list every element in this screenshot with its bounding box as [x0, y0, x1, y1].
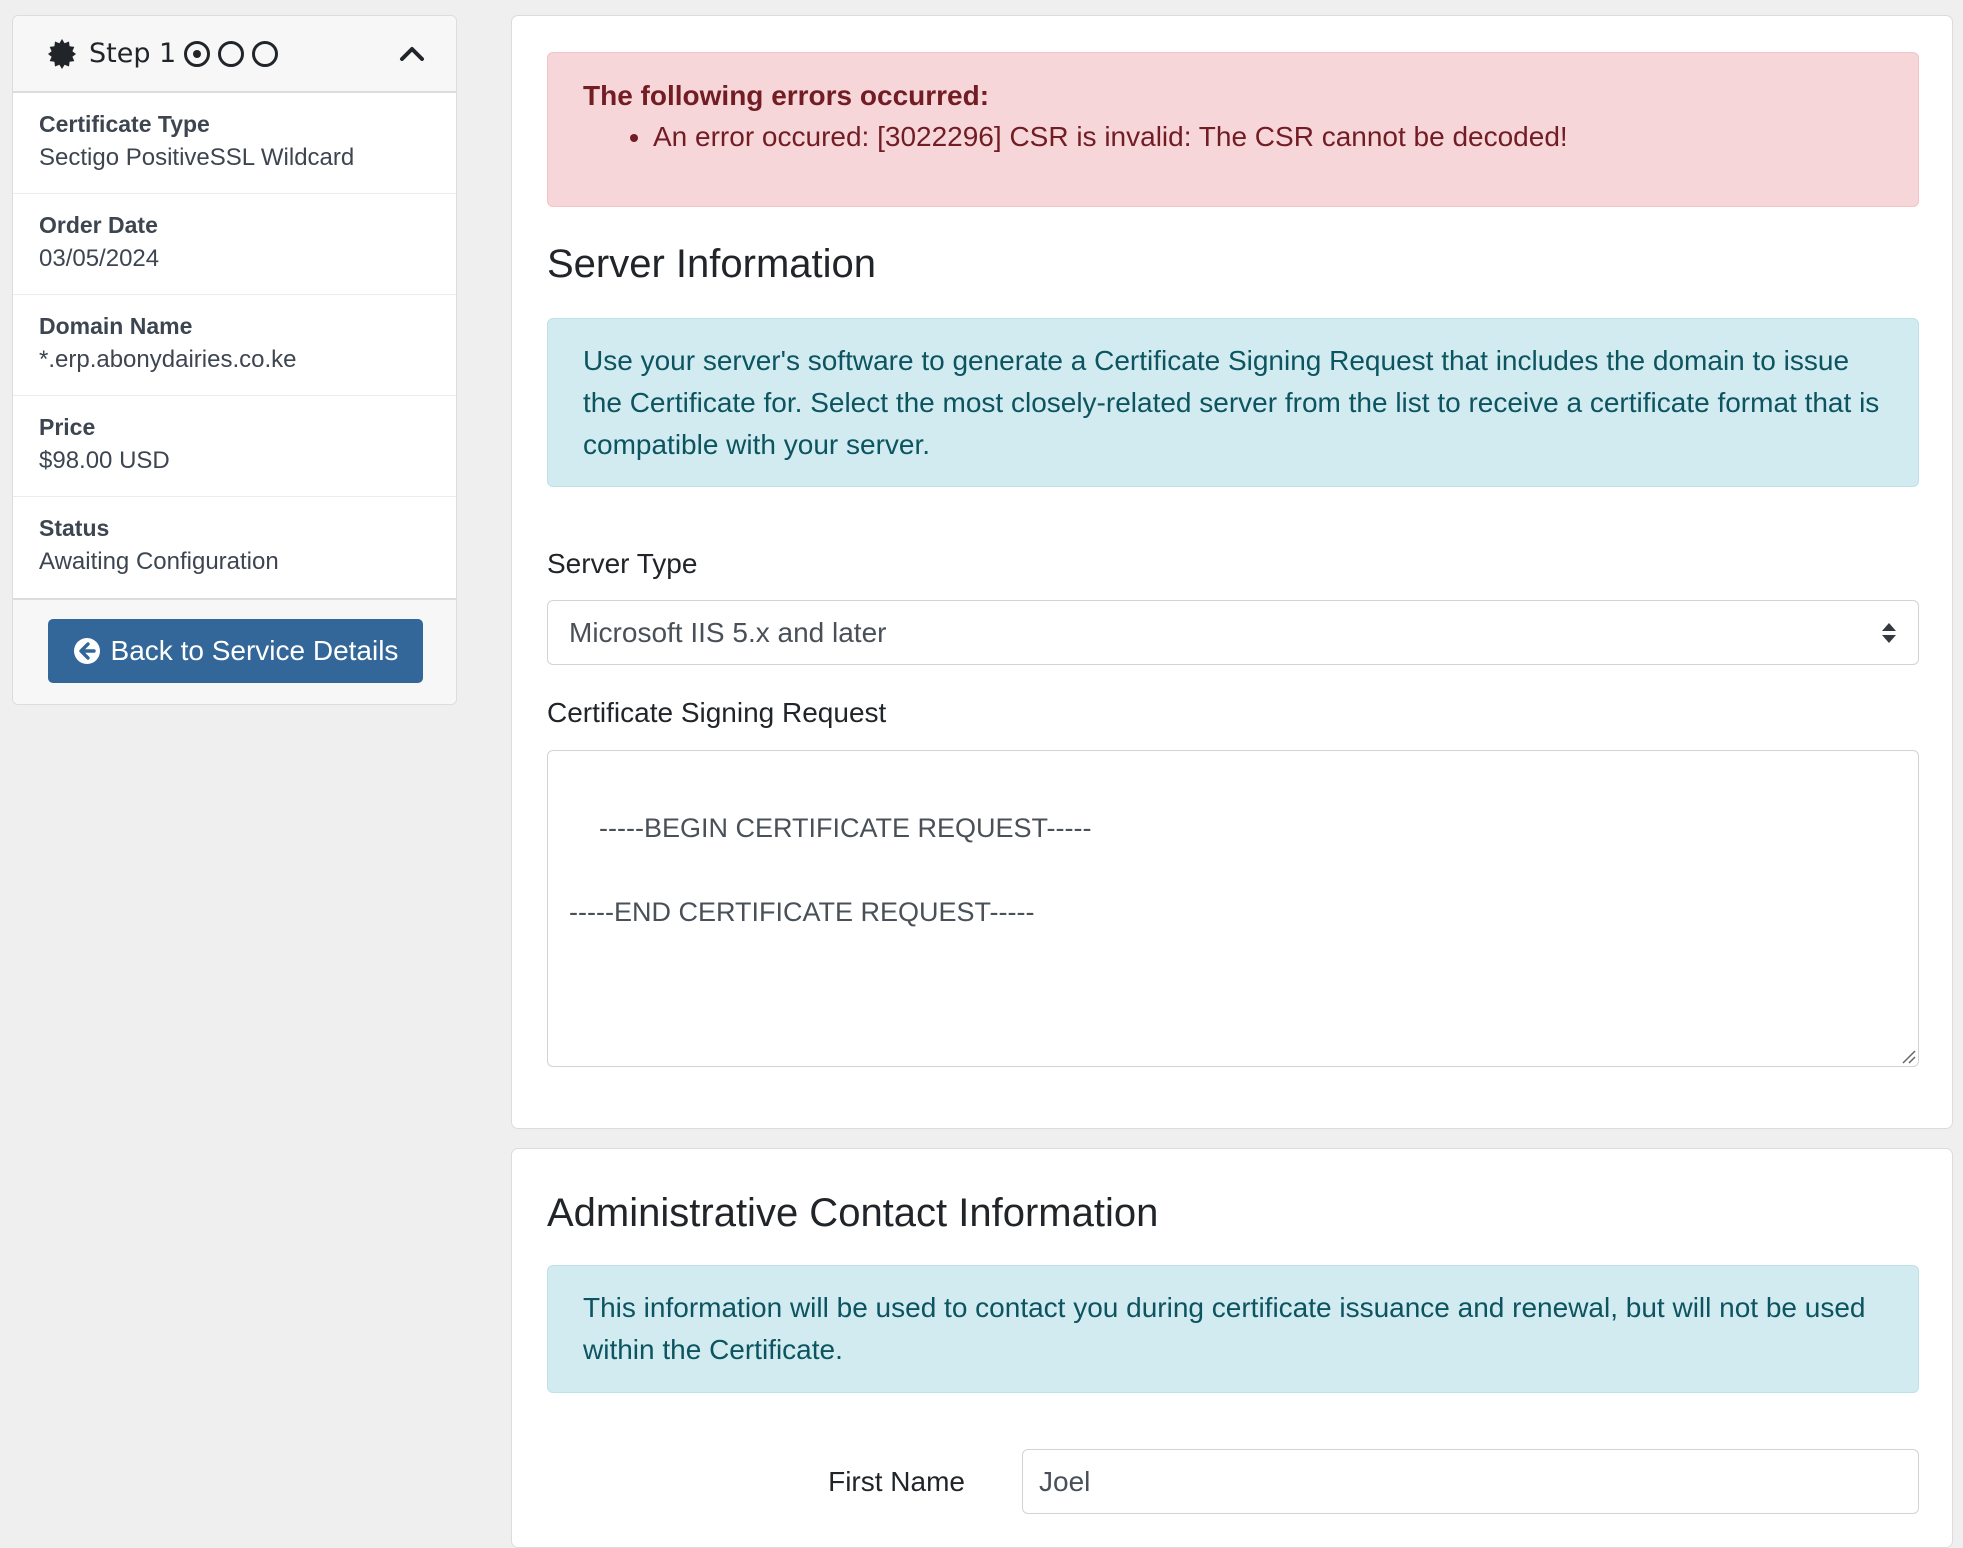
detail-label: Price [39, 414, 96, 440]
administrative-contact-card: Administrative Contact Information This … [511, 1148, 1953, 1548]
first-name-label: First Name [828, 1466, 965, 1497]
step-indicator-3-icon [252, 40, 279, 67]
step-header[interactable]: Step 1 [13, 16, 456, 93]
detail-domain-name: Domain Name *.erp.abonydairies.co.ke [13, 295, 456, 396]
detail-value: *.erp.abonydairies.co.ke [39, 346, 297, 373]
csr-text: -----BEGIN CERTIFICATE REQUEST----- ----… [569, 813, 1092, 927]
error-alert-title: The following errors occurred: [583, 80, 990, 111]
server-type-select[interactable]: Microsoft IIS 5.x and later [547, 600, 1919, 665]
server-information-heading: Server Information [547, 242, 877, 286]
administrative-contact-heading: Administrative Contact Information [547, 1191, 1159, 1235]
detail-value: $98.00 USD [39, 447, 170, 474]
arrow-circle-left-icon [73, 638, 100, 664]
detail-certificate-type: Certificate Type Sectigo PositiveSSL Wil… [13, 93, 456, 194]
detail-status: Status Awaiting Configuration [13, 497, 456, 598]
detail-label: Domain Name [39, 313, 193, 339]
sidebar-footer: Back to Service Details [13, 598, 456, 704]
detail-label: Certificate Type [39, 111, 210, 137]
step-indicator-2-icon [218, 40, 245, 67]
detail-price: Price $98.00 USD [13, 396, 456, 497]
resize-handle-icon[interactable] [1900, 1048, 1916, 1064]
server-type-label: Server Type [547, 548, 698, 579]
error-item: An error occured: [3022296] CSR is inval… [653, 121, 1568, 153]
server-info-note: Use your server's software to generate a… [547, 318, 1919, 487]
chevron-up-icon[interactable] [398, 40, 426, 68]
detail-value: Awaiting Configuration [39, 548, 279, 575]
csr-textarea[interactable]: -----BEGIN CERTIFICATE REQUEST----- ----… [547, 750, 1919, 1067]
detail-label: Order Date [39, 212, 158, 238]
first-name-value: Joel [1039, 1465, 1091, 1497]
detail-label: Status [39, 515, 110, 541]
detail-value: 03/05/2024 [39, 245, 160, 272]
step-indicator-1-current-icon [184, 40, 211, 67]
server-information-card: The following errors occurred: An error … [511, 15, 1953, 1129]
detail-value: Sectigo PositiveSSL Wildcard [39, 144, 355, 171]
certificate-badge-icon [48, 38, 76, 69]
error-alert: The following errors occurred: An error … [547, 52, 1919, 207]
service-sidebar: Step 1 Certificate Type Sectigo Positive… [12, 15, 457, 705]
back-to-service-details-button[interactable]: Back to Service Details [48, 619, 423, 683]
step-label: Step 1 [89, 38, 177, 69]
admin-contact-note: This information will be used to contact… [547, 1265, 1919, 1393]
detail-order-date: Order Date 03/05/2024 [13, 194, 456, 295]
first-name-input[interactable]: Joel [1022, 1449, 1919, 1514]
error-list: An error occured: [3022296] CSR is inval… [583, 121, 1568, 153]
csr-label: Certificate Signing Request [547, 697, 887, 728]
select-updown-icon [1882, 622, 1896, 643]
back-button-label: Back to Service Details [110, 635, 399, 666]
server-type-selected-value: Microsoft IIS 5.x and later [569, 616, 887, 648]
